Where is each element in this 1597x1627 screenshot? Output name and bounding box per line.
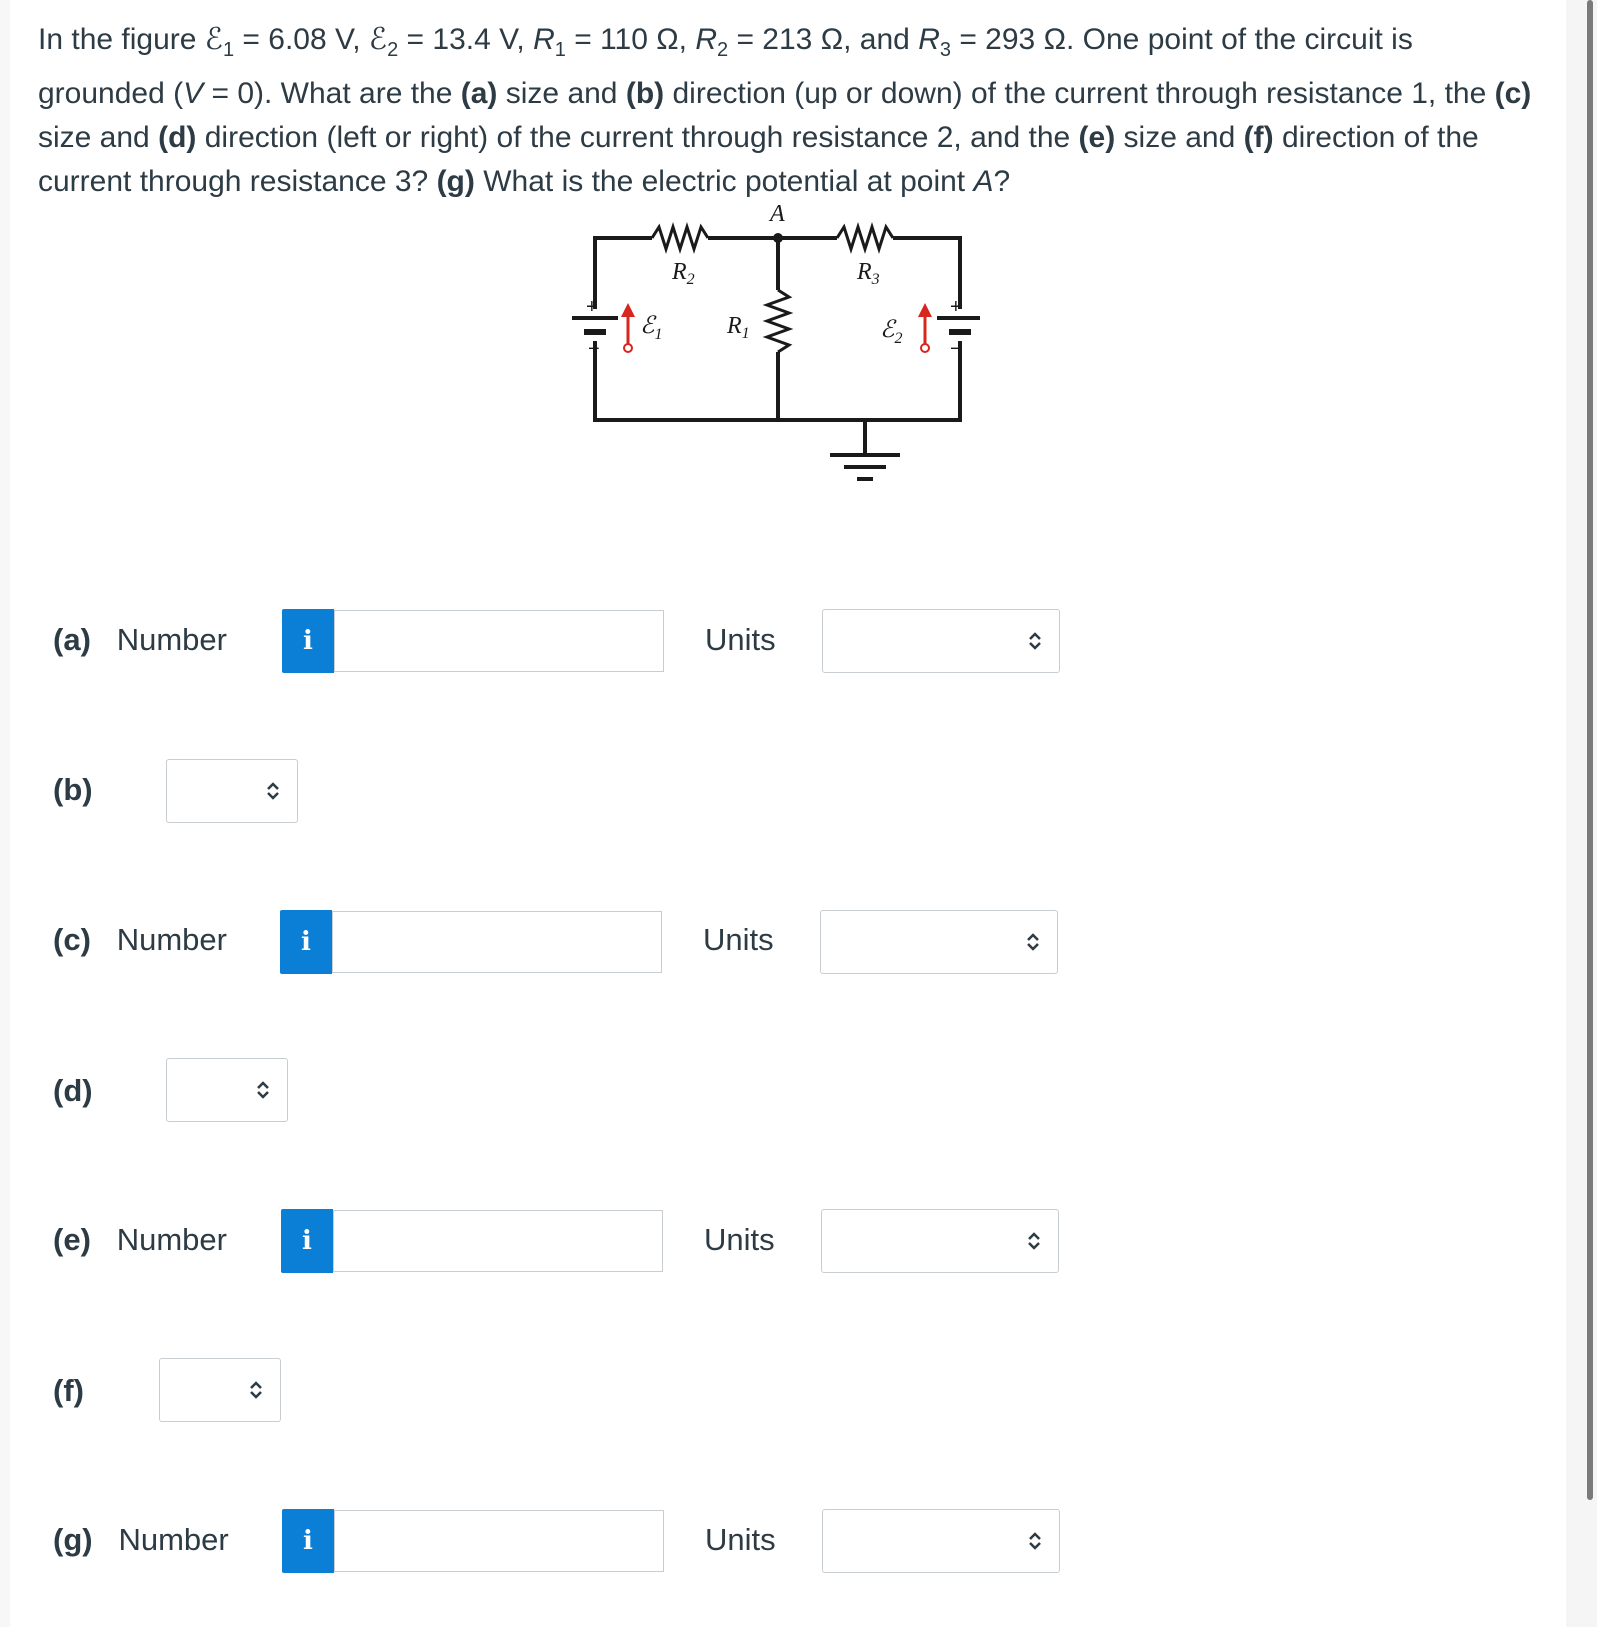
units-label: Units: [705, 1522, 776, 1557]
part-b-label: (b): [53, 772, 93, 807]
direction-select-b[interactable]: [166, 759, 298, 823]
part-e-label: (e) Number: [53, 1222, 227, 1257]
chevron-updown-icon: [1029, 632, 1041, 650]
units-label: Units: [705, 622, 776, 657]
node-a-label: A: [768, 205, 785, 227]
vertical-scrollbar[interactable]: [1587, 0, 1593, 1500]
direction-select-f[interactable]: [159, 1358, 281, 1422]
units-select-g[interactable]: [822, 1509, 1060, 1573]
chevron-updown-icon: [1029, 1532, 1041, 1550]
info-icon[interactable]: i: [280, 910, 332, 974]
svg-text:R1: R1: [726, 313, 750, 342]
part-d-label: (d): [53, 1073, 93, 1108]
svg-text:R2: R2: [671, 259, 695, 288]
units-select-e[interactable]: [821, 1209, 1059, 1273]
units-select-a[interactable]: [822, 609, 1060, 673]
info-icon[interactable]: i: [282, 1509, 334, 1573]
svg-text:−: −: [950, 338, 962, 360]
answer-a-input[interactable]: [334, 610, 664, 672]
units-label: Units: [703, 922, 774, 957]
emf-arrow-1: [621, 303, 635, 353]
svg-text:ℰ2: ℰ2: [880, 317, 903, 347]
emf-arrow-2: [918, 303, 932, 353]
svg-text:−: −: [588, 338, 600, 360]
info-icon[interactable]: i: [282, 609, 334, 673]
answer-g-input[interactable]: [334, 1510, 664, 1572]
circuit-diagram: A R2 R3 R1 ℰ1 ℰ2 + − + −: [572, 205, 980, 481]
svg-text:+: +: [586, 296, 598, 318]
chevron-updown-icon: [1027, 933, 1039, 951]
svg-text:R3: R3: [856, 259, 880, 288]
part-f-label: (f): [53, 1373, 84, 1408]
svg-text:+: +: [950, 296, 962, 318]
svg-text:ℰ1: ℰ1: [640, 313, 663, 343]
part-g-label: (g) Number: [53, 1522, 229, 1557]
page-edge-left: [0, 0, 10, 1627]
question-text: In the figure ℰ1 = 6.08 V, ℰ2 = 13.4 V, …: [38, 23, 1532, 198]
part-c-label: (c) Number: [53, 922, 227, 957]
node-a-dot: [773, 233, 783, 243]
chevron-updown-icon: [1028, 1232, 1040, 1250]
direction-select-d[interactable]: [166, 1058, 288, 1122]
chevron-updown-icon: [257, 1081, 269, 1099]
chevron-updown-icon: [267, 782, 279, 800]
units-select-c[interactable]: [820, 910, 1058, 974]
units-label: Units: [704, 1222, 775, 1257]
chevron-updown-icon: [250, 1381, 262, 1399]
answer-c-input[interactable]: [332, 911, 662, 973]
part-a-label: (a) Number: [53, 622, 227, 657]
answer-e-input[interactable]: [333, 1210, 663, 1272]
info-icon[interactable]: i: [281, 1209, 333, 1273]
